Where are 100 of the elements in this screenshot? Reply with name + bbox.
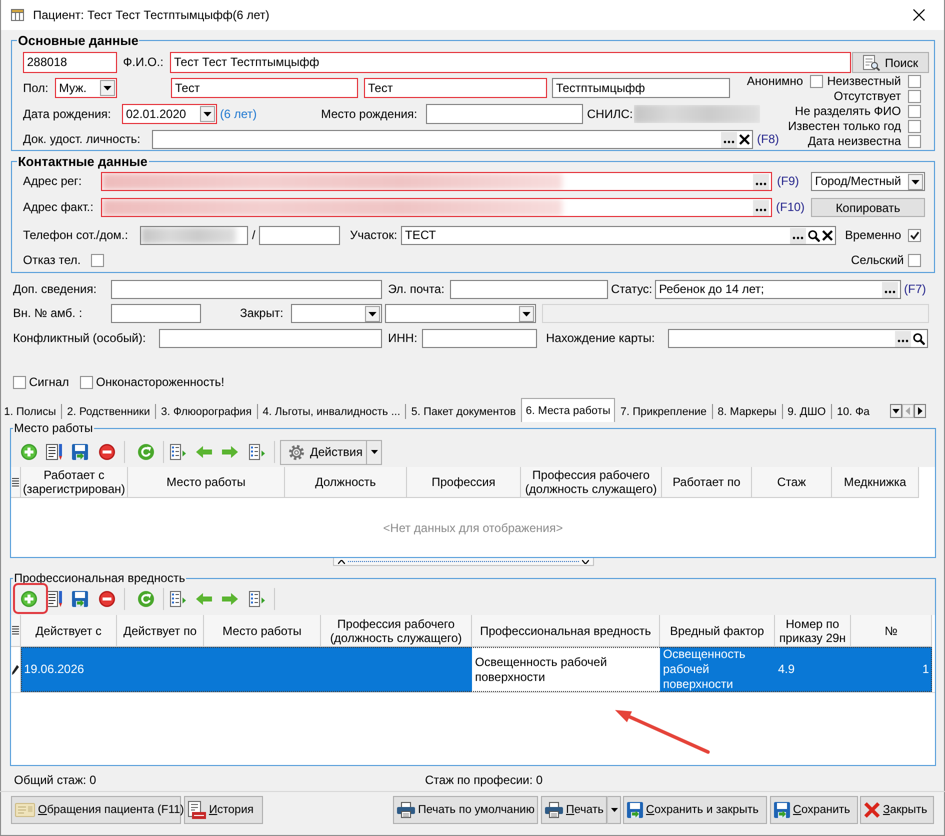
- arrow-left-icon[interactable]: [196, 446, 212, 458]
- history-button[interactable]: История: [184, 796, 263, 824]
- add-icon[interactable]: [21, 444, 37, 460]
- checkbox[interactable]: [908, 75, 921, 88]
- tab[interactable]: 9. ДШО: [784, 402, 830, 422]
- tab[interactable]: 10. Фа: [832, 402, 874, 422]
- close-button[interactable]: Закрыть: [860, 796, 934, 824]
- text-field[interactable]: [101, 198, 772, 217]
- save-close-button[interactable]: Сохранить и закрыть: [623, 796, 767, 824]
- add-icon[interactable]: [21, 591, 37, 607]
- search-icon[interactable]: [913, 332, 925, 344]
- table-row[interactable]: 19.06.2026 Освещенность рабочей поверхности Освещенность рабочей поверхности 4.9 1: [21, 647, 932, 692]
- search-icon[interactable]: [808, 230, 820, 242]
- ellipsis-icon[interactable]: [895, 330, 911, 346]
- column-header[interactable]: Профессия: [407, 467, 521, 498]
- text-field[interactable]: [422, 329, 537, 348]
- document-edit-icon[interactable]: [46, 444, 62, 460]
- checkbox[interactable]: [91, 254, 104, 266]
- text-field[interactable]: Тест Тест Тестптымцыфф: [170, 52, 851, 73]
- tab[interactable]: 6. Места работы: [520, 398, 616, 422]
- dropdown-toggle[interactable]: [607, 796, 621, 824]
- tab[interactable]: 7. Прикрепление: [616, 402, 711, 422]
- ellipsis-icon[interactable]: [753, 200, 769, 216]
- text-field[interactable]: [140, 226, 248, 245]
- dropdown[interactable]: [385, 304, 536, 323]
- tab[interactable]: 1. Полисы: [0, 402, 60, 422]
- ellipsis-icon[interactable]: [753, 174, 769, 190]
- text-field[interactable]: [111, 304, 201, 323]
- arrow-right-icon[interactable]: [222, 593, 238, 605]
- text-field[interactable]: [450, 280, 608, 299]
- text-field[interactable]: Тест: [171, 78, 358, 98]
- column-header[interactable]: Место работы: [128, 467, 285, 498]
- column-header[interactable]: Работает по: [662, 467, 752, 498]
- list-arrow-icon[interactable]: [249, 591, 265, 607]
- column-header[interactable]: Номер по приказу 29н: [775, 615, 851, 647]
- print-button[interactable]: Печать по умолчанию: [393, 796, 538, 824]
- date-picker[interactable]: 02.01.2020: [122, 104, 217, 124]
- arrow-left-icon[interactable]: [196, 593, 212, 605]
- column-header[interactable]: Профессиональная вредность: [472, 615, 660, 647]
- minus-circle-icon[interactable]: [99, 444, 115, 460]
- text-field[interactable]: [111, 280, 382, 299]
- list-arrow-icon[interactable]: [249, 444, 265, 460]
- tab[interactable]: 5. Пакет документов: [407, 402, 520, 422]
- arrow-right-icon[interactable]: [222, 446, 238, 458]
- column-header[interactable]: Медкнижка: [832, 467, 919, 498]
- tab[interactable]: 3. Флюорография: [157, 402, 256, 422]
- cross-icon[interactable]: [822, 230, 833, 241]
- column-header[interactable]: №: [851, 615, 932, 647]
- dropdown[interactable]: [291, 304, 382, 323]
- splitter-handle[interactable]: [333, 558, 594, 566]
- list-icon[interactable]: [12, 478, 19, 486]
- text-field[interactable]: [159, 329, 382, 348]
- refresh-icon[interactable]: [138, 444, 154, 460]
- column-header[interactable]: Действует с: [21, 615, 117, 647]
- checkbox[interactable]: [80, 376, 93, 388]
- checkbox[interactable]: [810, 75, 824, 88]
- tab[interactable]: 4. Льготы, инвалидность ...: [258, 402, 404, 422]
- checkbox[interactable]: [908, 229, 921, 242]
- actions-button[interactable]: Действия: [280, 440, 367, 464]
- ellipsis-icon[interactable]: [790, 228, 806, 244]
- dropdown[interactable]: Город/Местный: [811, 172, 925, 191]
- list-arrow-icon[interactable]: [170, 591, 186, 607]
- checkbox[interactable]: [908, 120, 921, 133]
- minus-circle-icon[interactable]: [99, 591, 115, 607]
- text-field[interactable]: [426, 104, 583, 124]
- list-arrow-icon[interactable]: [170, 444, 186, 460]
- text-field[interactable]: Ребенок до 14 лет;: [655, 280, 901, 299]
- text-field[interactable]: 288018: [23, 52, 117, 73]
- checkbox[interactable]: [908, 135, 921, 148]
- search-button[interactable]: Поиск: [852, 52, 929, 73]
- text-field[interactable]: ТЕСТ: [401, 226, 836, 245]
- tab[interactable]: 2. Родственники: [62, 402, 154, 422]
- appeals-button[interactable]: Обращения пациента (F11): [11, 796, 181, 824]
- print-button[interactable]: Печать: [541, 796, 607, 824]
- text-field[interactable]: [101, 172, 772, 191]
- text-field[interactable]: Тестптымцыфф: [552, 78, 730, 98]
- column-header[interactable]: Стаж: [752, 467, 832, 498]
- list-icon[interactable]: [12, 626, 19, 635]
- close-icon[interactable]: [913, 9, 925, 21]
- copy-button[interactable]: Копировать: [811, 198, 925, 217]
- caret-down-icon[interactable]: [890, 404, 902, 418]
- column-header[interactable]: Профессия рабочего (должность служащего): [321, 615, 472, 647]
- text-field[interactable]: [668, 329, 928, 348]
- text-field[interactable]: Тест: [364, 78, 547, 98]
- save-icon[interactable]: [72, 591, 88, 607]
- save-button[interactable]: Сохранить: [770, 796, 858, 824]
- column-header[interactable]: Место работы: [204, 615, 321, 647]
- dropdown[interactable]: Муж.: [55, 78, 117, 98]
- ellipsis-icon[interactable]: [721, 132, 737, 148]
- column-header[interactable]: Профессия рабочего (должность служащего): [521, 467, 662, 498]
- tab[interactable]: 8. Маркеры: [714, 402, 781, 422]
- column-header[interactable]: Вредный фактор: [660, 615, 775, 647]
- caret-right-icon[interactable]: [914, 404, 926, 418]
- checkbox[interactable]: [908, 254, 921, 266]
- refresh-icon[interactable]: [138, 591, 154, 607]
- save-icon[interactable]: [72, 444, 88, 460]
- checkbox[interactable]: [13, 376, 26, 388]
- column-header[interactable]: Работает с (зарегистрирован): [21, 467, 128, 498]
- checkbox[interactable]: [908, 90, 921, 103]
- text-field[interactable]: [152, 130, 753, 149]
